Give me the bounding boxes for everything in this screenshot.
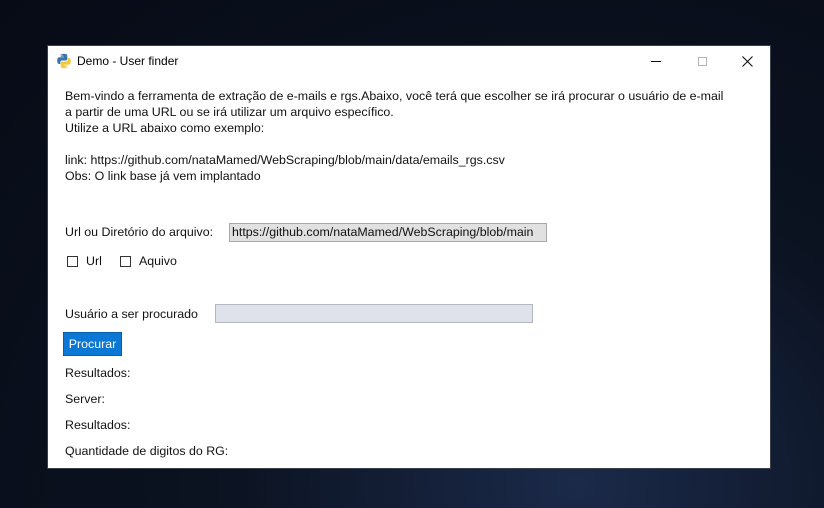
checkbox-box[interactable] (120, 255, 131, 267)
user-input[interactable] (215, 304, 533, 323)
checkbox-label: Url (86, 254, 102, 268)
source-label: Url ou Diretório do arquivo: (65, 225, 214, 239)
minimize-button[interactable] (633, 46, 679, 76)
window-title: Demo - User finder (77, 54, 179, 68)
server-label: Server: (65, 392, 105, 406)
close-icon (741, 55, 753, 67)
results-label: Resultados: (65, 418, 131, 432)
results-label: Resultados: (65, 366, 131, 380)
close-button[interactable] (724, 46, 770, 76)
checkbox-box[interactable] (67, 255, 78, 267)
url-checkbox[interactable]: Url (67, 254, 102, 268)
intro-note: Obs: O link base já vem implantado (65, 169, 261, 183)
title-bar[interactable]: Demo - User finder (48, 46, 770, 76)
user-label: Usuário a ser procurado (65, 307, 198, 321)
example-link: link: https://github.com/nataMamed/WebSc… (65, 153, 505, 167)
rg-digits-label: Quantidade de digitos do RG: (65, 444, 229, 458)
main-content: Bem-vindo a ferramenta de extração de e-… (48, 76, 770, 468)
search-button[interactable]: Procurar (63, 332, 122, 356)
url-input[interactable]: https://github.com/nataMamed/WebScraping… (229, 223, 547, 242)
intro-line: Bem-vindo a ferramenta de extração de e-… (65, 89, 724, 103)
app-window: Demo - User finder Bem-vindo a ferrament… (48, 46, 770, 468)
arquivo-checkbox[interactable]: Aquivo (120, 254, 177, 268)
minimize-icon (651, 60, 661, 62)
intro-line: Utilize a URL abaixo como exemplo: (65, 121, 265, 135)
intro-text: Bem-vindo a ferramenta de extração de e-… (65, 88, 765, 184)
maximize-button[interactable] (679, 46, 725, 76)
maximize-icon (697, 56, 707, 66)
checkbox-label: Aquivo (139, 254, 177, 268)
intro-line: a partir de uma URL ou se irá utilizar u… (65, 105, 394, 119)
python-icon (56, 53, 72, 69)
